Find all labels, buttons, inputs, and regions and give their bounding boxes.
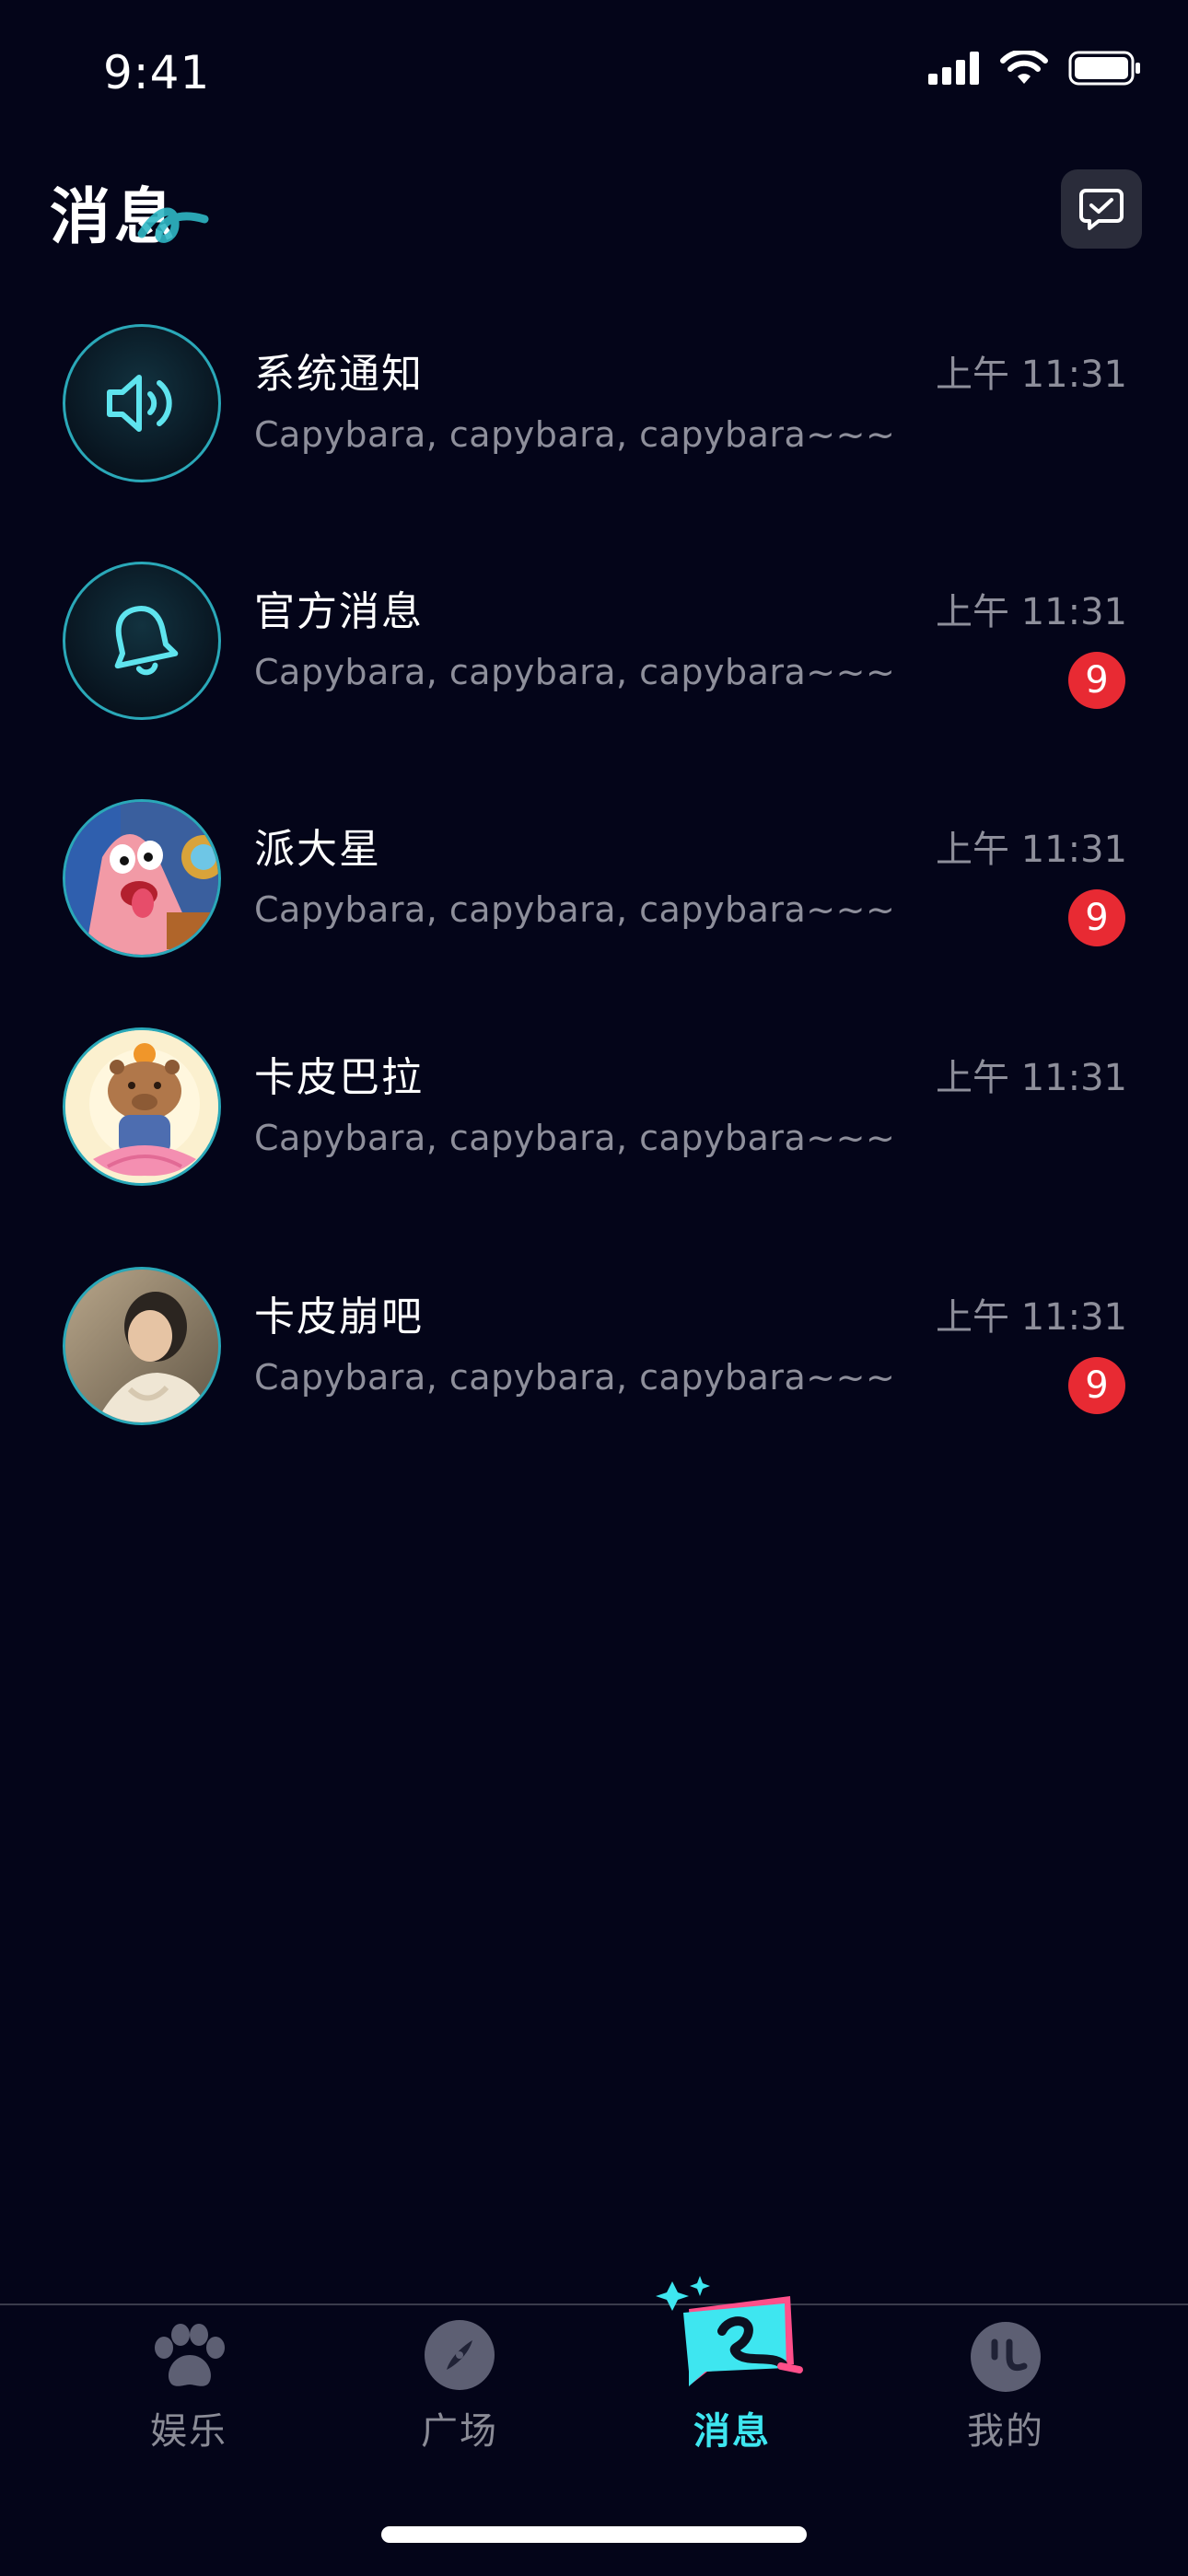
tab-label: 我的 <box>967 2410 1044 2453</box>
contact-name: 官方消息 <box>254 588 424 635</box>
chat-check-icon <box>1079 189 1124 230</box>
tab-messages[interactable]: 消息 <box>640 2276 824 2489</box>
contact-name: 卡皮巴拉 <box>254 1054 424 1101</box>
message-preview: Capybara, capybara, capybara~~~ <box>254 1118 896 1158</box>
new-message-button[interactable] <box>1061 169 1142 249</box>
contact-name: 派大星 <box>254 826 381 873</box>
message-time: 上午 11:31 <box>936 354 1127 396</box>
bell-icon <box>114 606 179 676</box>
avatar-image <box>65 1030 218 1183</box>
status-time: 9:41 <box>103 46 211 99</box>
contact-name: 系统通知 <box>254 351 424 398</box>
list-item[interactable]: 卡皮崩吧 Capybara, capybara, capybara~~~ 上午 … <box>0 1256 1188 1440</box>
tab-label: 消息 <box>693 2410 771 2453</box>
message-preview: Capybara, capybara, capybara~~~ <box>254 652 896 692</box>
avatar <box>63 1027 221 1186</box>
home-indicator[interactable] <box>381 2526 807 2543</box>
status-bar: 9:41 <box>0 0 1188 147</box>
avatar <box>63 1267 221 1425</box>
tab-mine[interactable]: 我的 <box>914 2305 1098 2489</box>
list-item[interactable]: 官方消息 Capybara, capybara, capybara~~~ 上午 … <box>0 551 1188 735</box>
list-item[interactable]: 卡皮巴拉 Capybara, capybara, capybara~~~ 上午 … <box>0 1016 1188 1201</box>
battery-icon <box>1068 51 1140 86</box>
message-preview: Capybara, capybara, capybara~~~ <box>254 1357 896 1398</box>
message-icon <box>656 2276 803 2386</box>
list-item[interactable]: 系统通知 Capybara, capybara, capybara~~~ 上午 … <box>0 313 1188 497</box>
tab-square[interactable]: 广场 <box>367 2305 552 2489</box>
title-decoration <box>137 207 209 243</box>
message-preview: Capybara, capybara, capybara~~~ <box>254 889 896 930</box>
unread-badge: 9 <box>1068 652 1125 709</box>
tab-label: 娱乐 <box>150 2410 227 2453</box>
message-preview: Capybara, capybara, capybara~~~ <box>254 414 896 455</box>
speaker-icon <box>107 375 172 432</box>
tab-label: 广场 <box>421 2410 498 2453</box>
avatar-image <box>65 802 218 955</box>
list-item[interactable]: 派大星 Capybara, capybara, capybara~~~ 上午 1… <box>0 788 1188 972</box>
message-time: 上午 11:31 <box>936 1296 1127 1339</box>
signal-icon <box>928 52 979 85</box>
message-time: 上午 11:31 <box>936 829 1127 871</box>
avatar <box>63 799 221 957</box>
paw-icon <box>155 2324 225 2386</box>
unread-badge: 9 <box>1068 1357 1125 1414</box>
status-icons <box>928 50 1142 87</box>
smile-icon <box>971 2322 1041 2392</box>
avatar <box>63 324 221 482</box>
wifi-icon <box>1000 51 1048 84</box>
tab-entertainment[interactable]: 娱乐 <box>97 2305 281 2489</box>
contact-name: 卡皮崩吧 <box>254 1294 424 1340</box>
avatar <box>63 562 221 720</box>
avatar-image <box>65 1270 218 1422</box>
compass-icon <box>425 2320 495 2390</box>
message-time: 上午 11:31 <box>936 591 1127 633</box>
unread-badge: 9 <box>1068 889 1125 946</box>
message-time: 上午 11:31 <box>936 1057 1127 1099</box>
